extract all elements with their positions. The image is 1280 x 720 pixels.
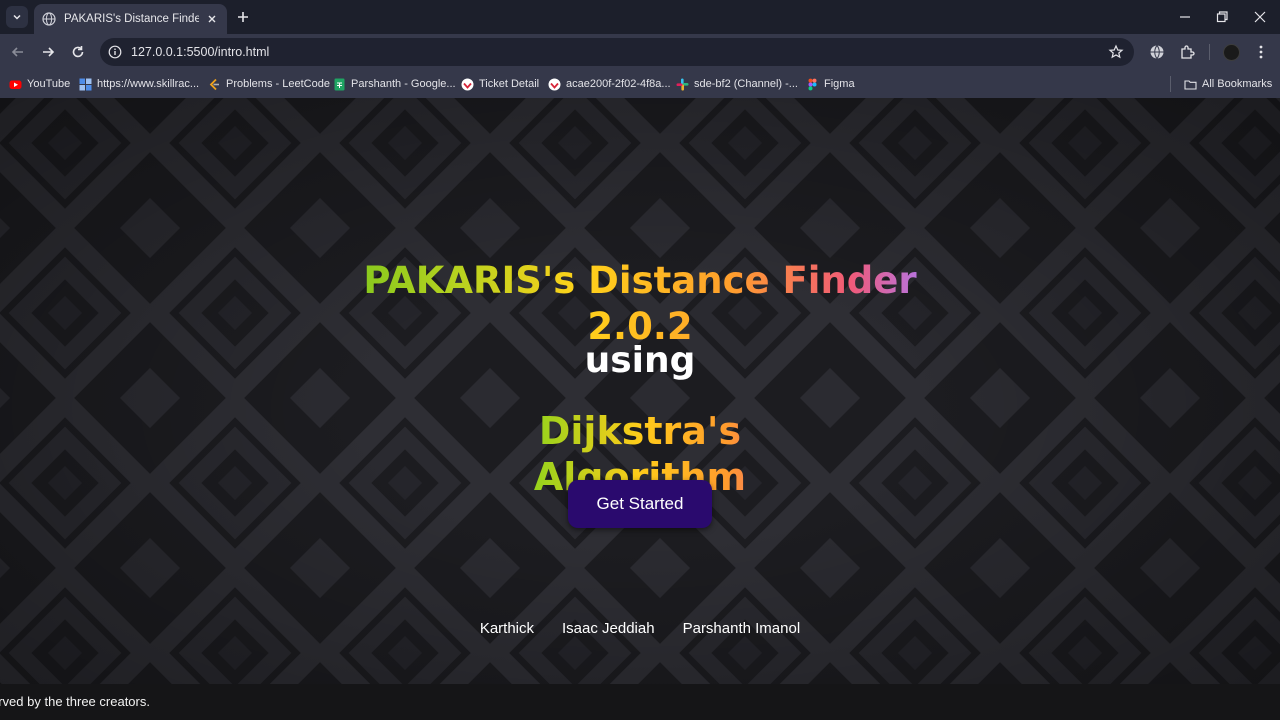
close-icon[interactable]: [205, 12, 219, 26]
bookmark-figma[interactable]: Figma: [806, 76, 855, 92]
bookmark-acae200f[interactable]: acae200f-2f02-4f8a...: [548, 76, 671, 92]
bookmark-star-icon[interactable]: [1108, 44, 1124, 60]
bookmark-leetcode[interactable]: Problems - LeetCode: [208, 76, 330, 92]
creators-list: Karthick Isaac Jeddiah Parshanth Imanol: [0, 620, 1280, 640]
translate-globe-icon[interactable]: [1148, 43, 1166, 61]
reload-icon[interactable]: [69, 43, 87, 61]
address-bar[interactable]: 127.0.0.1:5500/intro.html: [100, 38, 1134, 66]
bookmark-youtube[interactable]: YouTube: [9, 76, 70, 92]
bookmark-label: acae200f-2f02-4f8a...: [566, 78, 671, 90]
bookmark-slack-channel[interactable]: sde-bf2 (Channel) -...: [676, 76, 798, 92]
tab-search-button[interactable]: [6, 6, 28, 28]
bookmark-ticket-detail[interactable]: Ticket Detail: [461, 76, 539, 92]
ticket-icon: [548, 78, 561, 90]
address-url: 127.0.0.1:5500/intro.html: [131, 45, 270, 59]
browser-toolbar: 127.0.0.1:5500/intro.html: [0, 34, 1280, 70]
ticket-icon: [461, 78, 474, 90]
creator-link[interactable]: Isaac Jeddiah: [562, 620, 655, 640]
skillrack-icon: [79, 78, 92, 90]
back-arrow-icon[interactable]: [9, 43, 27, 61]
bookmark-label: Figma: [824, 78, 855, 90]
window-close-icon[interactable]: [1251, 8, 1269, 26]
youtube-icon: [9, 80, 22, 89]
bookmark-google-sheets[interactable]: Parshanth - Google...: [333, 76, 456, 92]
more-menu-icon[interactable]: [1252, 43, 1270, 61]
bookmarks-divider: [1170, 76, 1171, 92]
site-info-icon[interactable]: [108, 45, 122, 59]
new-tab-icon[interactable]: [234, 8, 252, 26]
bookmark-label: Problems - LeetCode: [226, 78, 330, 90]
page-footer: erved by the three creators.: [0, 684, 1280, 720]
globe-icon: [42, 12, 56, 26]
bookmark-label: Ticket Detail: [479, 78, 540, 90]
forward-arrow-icon[interactable]: [39, 43, 57, 61]
google-sheets-icon: [334, 78, 345, 90]
bookmark-label: Parshanth - Google...: [351, 78, 456, 90]
restore-icon[interactable]: [1213, 8, 1231, 26]
tab-title: PAKARIS's Distance Finder 2.02: [64, 13, 199, 25]
active-tab[interactable]: PAKARIS's Distance Finder 2.02: [34, 4, 227, 34]
minimize-icon[interactable]: [1176, 8, 1194, 26]
creator-link[interactable]: Karthick: [480, 620, 534, 640]
figma-icon: [808, 78, 817, 90]
get-started-button[interactable]: Get Started: [568, 480, 712, 528]
page-viewport: PAKARIS's Distance Finder 2.0.2 using Di…: [0, 98, 1280, 720]
bookmark-label: sde-bf2 (Channel) -...: [694, 78, 798, 90]
footer-text: erved by the three creators.: [0, 694, 150, 709]
subtitle-using: using: [584, 340, 696, 381]
slack-icon: [676, 78, 689, 90]
chevron-down-icon: [13, 14, 21, 20]
bookmark-label: https://www.skillrac...: [97, 78, 200, 90]
all-bookmarks[interactable]: All Bookmarks: [1184, 76, 1272, 92]
profile-avatar[interactable]: [1223, 44, 1240, 61]
extensions-puzzle-icon[interactable]: [1178, 43, 1196, 61]
tab-strip: PAKARIS's Distance Finder 2.02: [0, 0, 1280, 34]
leetcode-icon: [209, 78, 219, 90]
toolbar-divider: [1209, 44, 1210, 60]
bookmarks-bar: YouTube https://www.skillrac... Problems…: [0, 70, 1280, 98]
bookmark-skillrack[interactable]: https://www.skillrac...: [79, 76, 199, 92]
folder-icon: [1184, 79, 1197, 90]
all-bookmarks-label: All Bookmarks: [1202, 78, 1273, 90]
page-title: PAKARIS's Distance Finder 2.0.2: [340, 258, 940, 350]
bookmark-label: YouTube: [27, 78, 71, 90]
creator-link[interactable]: Parshanth Imanol: [683, 620, 801, 640]
